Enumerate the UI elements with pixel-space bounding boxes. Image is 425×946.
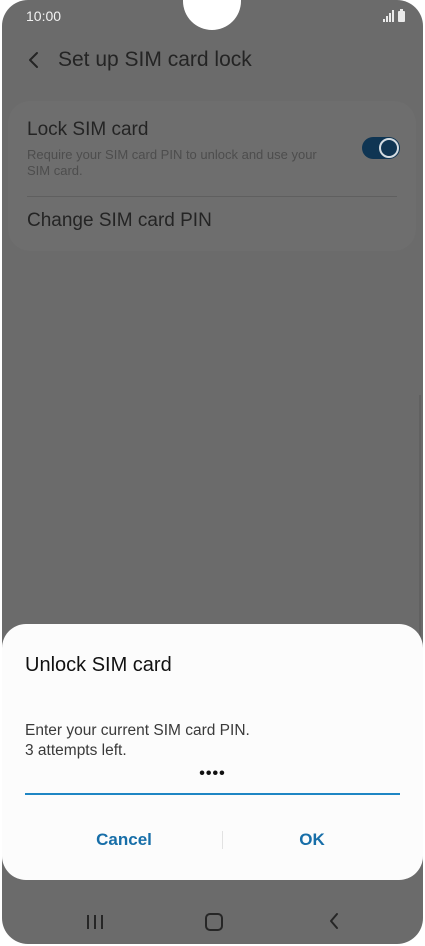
change-sim-card-pin-title: Change SIM card PIN — [27, 210, 212, 231]
back-icon[interactable] — [326, 911, 342, 931]
status-icons — [383, 8, 405, 22]
lock-sim-card-title: Lock SIM card — [27, 119, 149, 140]
dialog-message: Enter your current SIM card PIN. 3 attem… — [25, 721, 250, 761]
toggle-knob — [379, 138, 399, 158]
recents-icon[interactable] — [87, 915, 103, 929]
pin-masked-value: •••• — [199, 765, 226, 782]
home-icon[interactable] — [205, 913, 223, 931]
phone-frame: 10:00 Set up SIM card lock Lock SIM card… — [0, 0, 425, 946]
cancel-button[interactable]: Cancel — [34, 822, 214, 858]
scrollbar — [419, 395, 421, 645]
screen: 10:00 Set up SIM card lock Lock SIM card… — [2, 0, 423, 944]
change-sim-card-pin-row[interactable]: Change SIM card PIN — [8, 197, 416, 251]
ok-button[interactable]: OK — [222, 822, 402, 858]
status-time: 10:00 — [26, 8, 62, 24]
lock-sim-card-row[interactable]: Lock SIM card Require your SIM card PIN … — [8, 101, 416, 196]
signal-icon — [383, 10, 394, 22]
lock-sim-card-subtitle: Require your SIM card PIN to unlock and … — [27, 147, 317, 178]
settings-card: Lock SIM card Require your SIM card PIN … — [8, 101, 416, 251]
unlock-sim-dialog: Unlock SIM card Enter your current SIM c… — [2, 624, 423, 880]
page-title: Set up SIM card lock — [58, 48, 252, 71]
chevron-left-icon[interactable] — [22, 48, 46, 72]
dialog-message-line1: Enter your current SIM card PIN. — [25, 722, 250, 739]
navigation-bar — [2, 898, 423, 944]
pin-input[interactable]: •••• — [25, 762, 400, 795]
app-header: Set up SIM card lock — [2, 38, 423, 82]
battery-icon — [398, 9, 405, 22]
lock-sim-card-toggle[interactable] — [362, 137, 400, 159]
dialog-message-line2: 3 attempts left. — [25, 742, 127, 759]
dialog-title: Unlock SIM card — [25, 654, 172, 676]
